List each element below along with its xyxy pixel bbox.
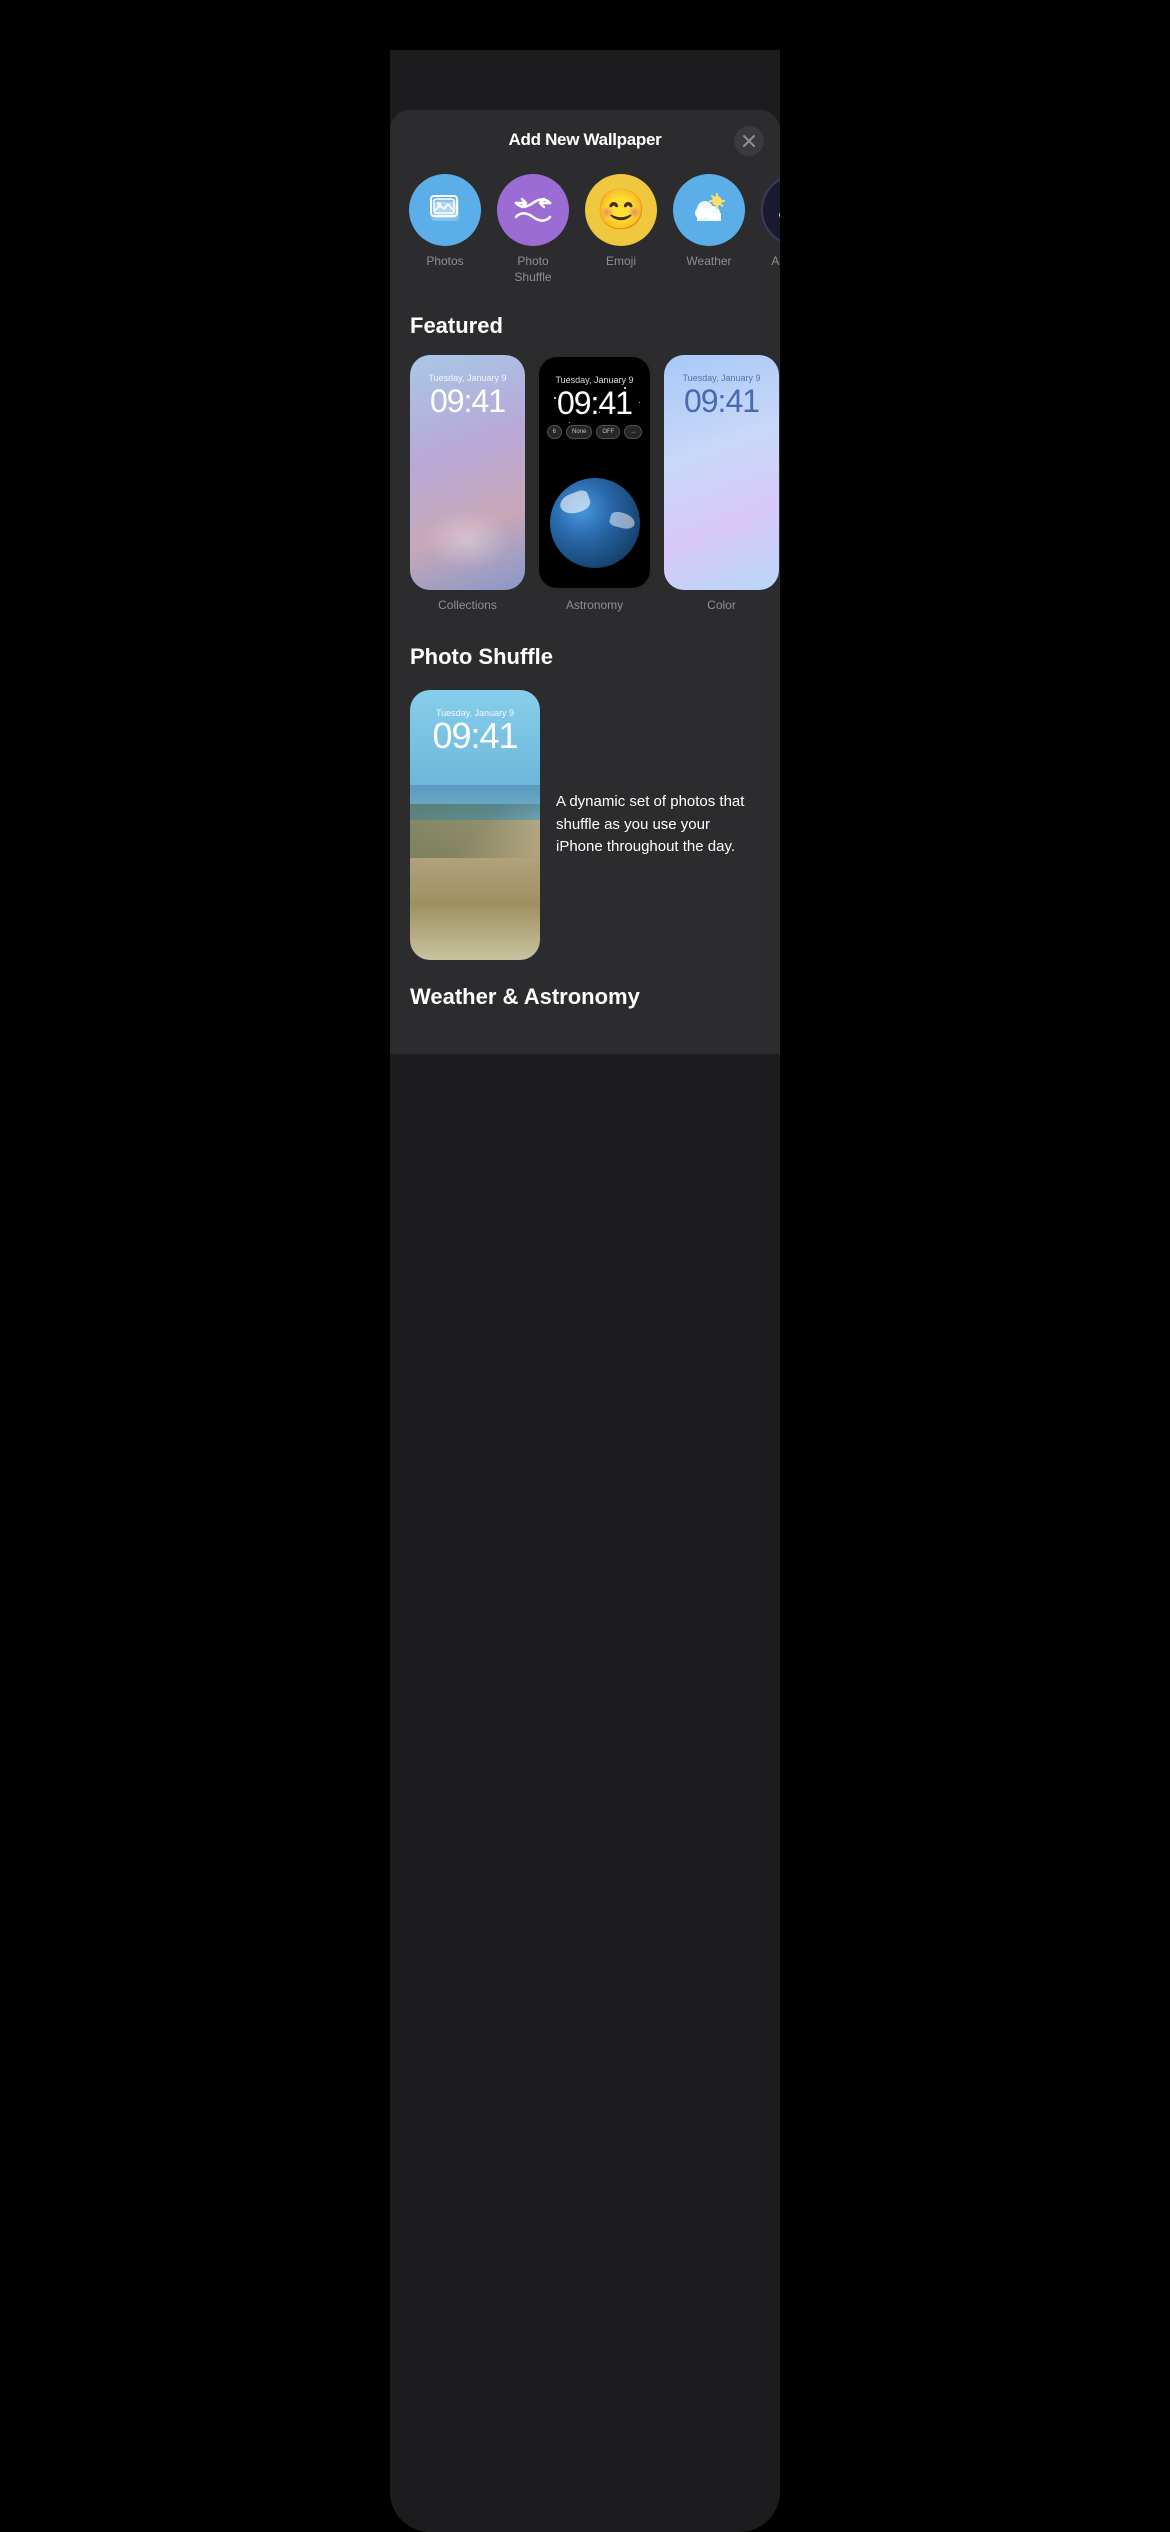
color-screen: Tuesday, January 9 09:41: [664, 355, 779, 590]
photo-shuffle-content: Tuesday, January 9 09:41 A dynamic set o…: [390, 690, 780, 960]
category-emoji[interactable]: 😊 Emoji: [586, 174, 656, 285]
modal-header: Add New Wallpaper: [390, 110, 780, 166]
category-row: Photos Photo Shuffle 😊: [390, 166, 780, 305]
color-label: Color: [707, 598, 736, 612]
collections-screen: Tuesday, January 9 09:41: [410, 355, 525, 590]
category-photos[interactable]: Photos: [410, 174, 480, 285]
astronomy-mockup: Tuesday, January 9 09:41 6 None OFF: [537, 355, 652, 590]
astronomy-icon: [761, 174, 780, 246]
earth-image: [550, 478, 640, 568]
photo-shuffle-icon: [497, 174, 569, 246]
color-mockup: Tuesday, January 9 09:41: [664, 355, 779, 590]
modal-title: Add New Wallpaper: [509, 130, 662, 150]
category-photo-shuffle-label: Photo Shuffle: [514, 254, 551, 285]
collections-mockup: Tuesday, January 9 09:41: [410, 355, 525, 590]
collections-date: Tuesday, January 9: [428, 373, 506, 383]
weather-icon: [673, 174, 745, 246]
category-emoji-label: Emoji: [606, 254, 636, 270]
category-astronomy[interactable]: Astrono...: [762, 174, 780, 285]
astronomy-screen: Tuesday, January 9 09:41 6 None OFF: [539, 357, 650, 588]
photo-shuffle-phone[interactable]: Tuesday, January 9 09:41: [410, 690, 540, 960]
emoji-icon: 😊: [585, 174, 657, 246]
category-photos-label: Photos: [426, 254, 463, 270]
photos-icon: [409, 174, 481, 246]
photo-shuffle-phone-time: 09:41: [432, 718, 517, 754]
category-weather[interactable]: Weather: [674, 174, 744, 285]
color-time: 09:41: [684, 385, 759, 417]
color-date: Tuesday, January 9: [682, 373, 760, 383]
photo-shuffle-description: A dynamic set of photos that shuffle as …: [556, 690, 760, 960]
category-weather-label: Weather: [686, 254, 731, 270]
photo-shuffle-section-header: Photo Shuffle: [390, 620, 780, 686]
featured-section-header: Featured: [390, 305, 780, 355]
collections-time: 09:41: [430, 385, 505, 417]
featured-card-astronomy[interactable]: Tuesday, January 9 09:41 6 None OFF: [537, 355, 652, 612]
featured-card-color[interactable]: Tuesday, January 9 09:41 Color: [664, 355, 779, 612]
category-photo-shuffle[interactable]: Photo Shuffle: [498, 174, 568, 285]
collections-label: Collections: [438, 598, 497, 612]
astronomy-label: Astronomy: [566, 598, 623, 612]
close-button[interactable]: [734, 126, 764, 156]
category-astronomy-label: Astrono...: [771, 254, 780, 270]
weather-astronomy-section-header: Weather & Astronomy: [390, 960, 780, 1014]
photo-shuffle-desc-text: A dynamic set of photos that shuffle as …: [556, 791, 760, 859]
featured-row: Tuesday, January 9 09:41 Collections Tue…: [390, 355, 780, 620]
featured-card-collections[interactable]: Tuesday, January 9 09:41 Collections: [410, 355, 525, 612]
